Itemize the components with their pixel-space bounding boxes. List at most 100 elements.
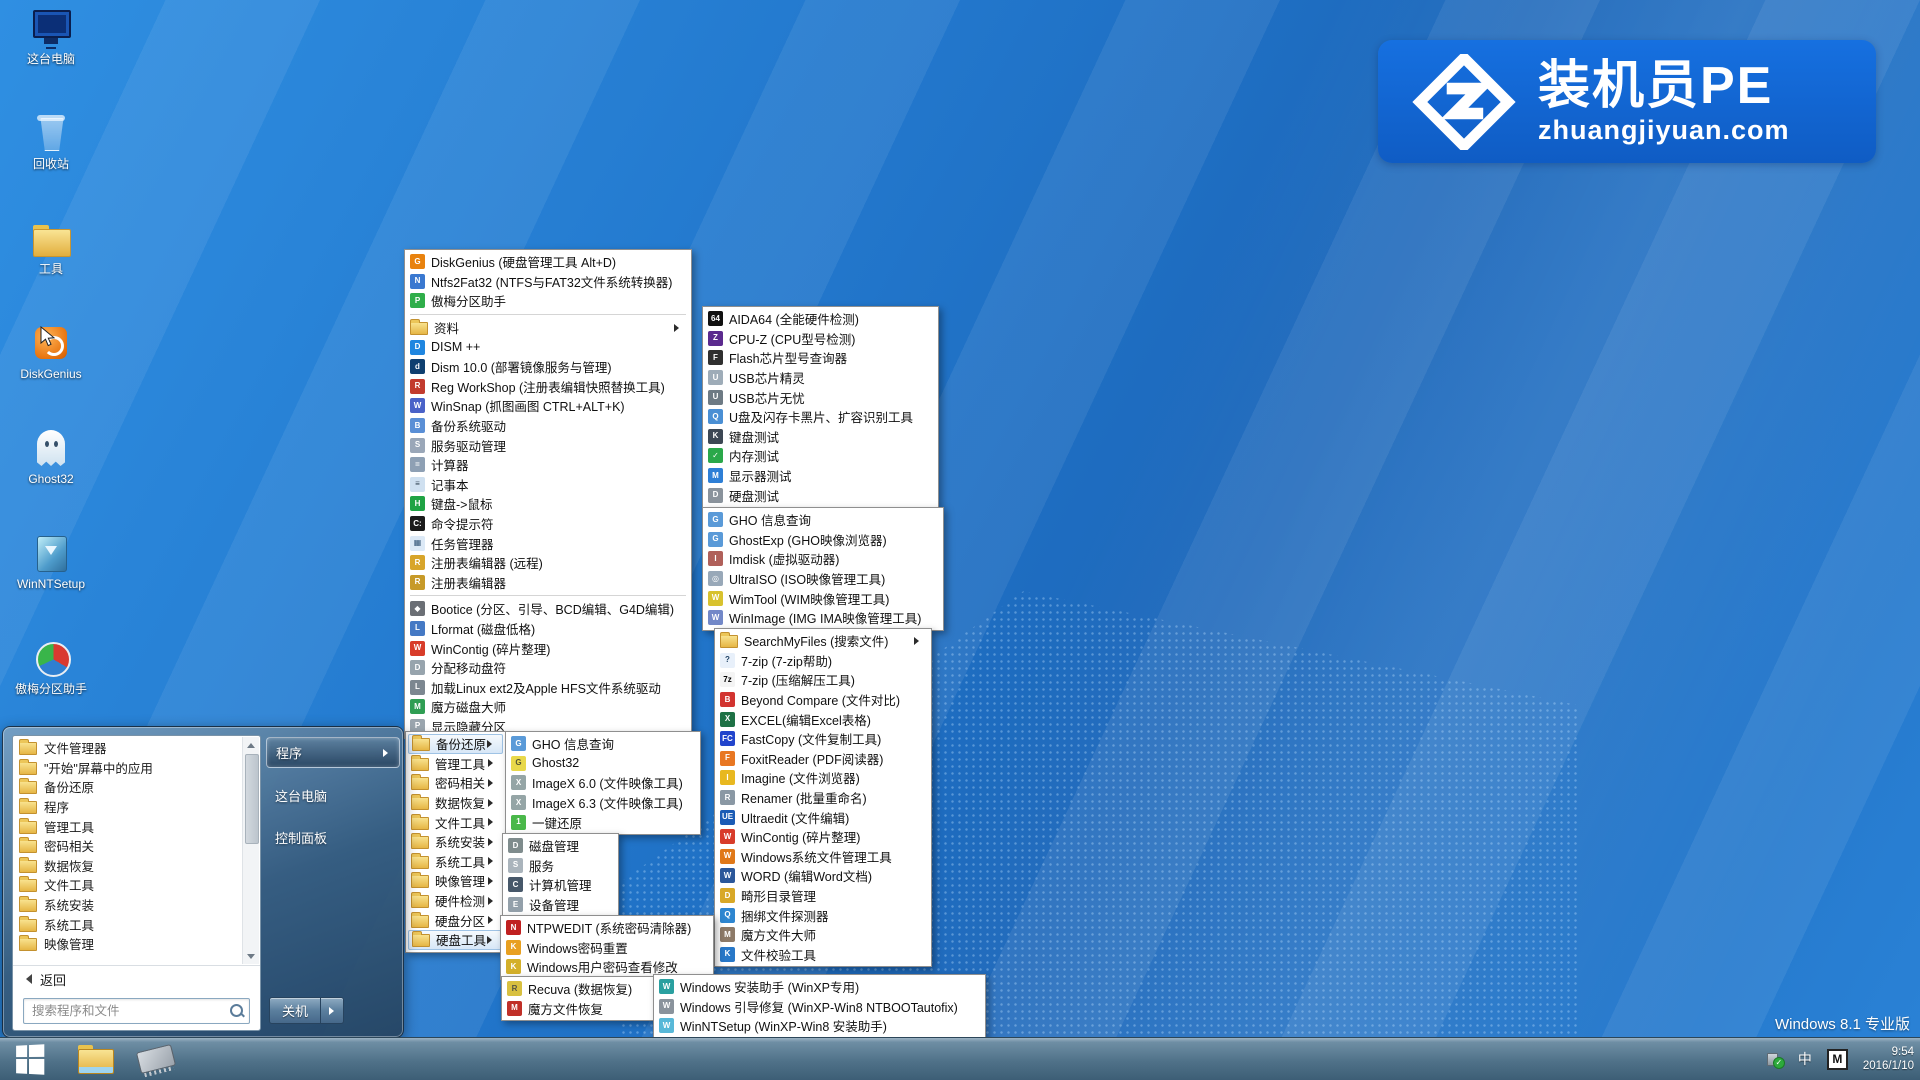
menu-item[interactable]: W Windows 安装助手 (WinXP专用) <box>656 977 983 997</box>
menu-item[interactable]: N NTPWEDIT (系统密码清除器) <box>503 918 711 938</box>
menu-item[interactable]: B 备份系统驱动 <box>407 416 689 436</box>
menu-item[interactable]: 资料 <box>407 318 689 338</box>
menu-item[interactable]: 64 AIDA64 (全能硬件检测) <box>705 309 936 329</box>
menu-item[interactable]: M 魔方磁盘大师 <box>407 697 689 717</box>
menu-item[interactable]: P 傲梅分区助手 <box>407 291 689 311</box>
menu-folder-item[interactable]: 备份还原 <box>408 734 503 754</box>
desktop-icon[interactable]: 这台电脑 <box>8 8 94 66</box>
menu-item[interactable]: M 魔方文件大师 <box>717 925 929 945</box>
menu-item[interactable]: R Reg WorkShop (注册表编辑快照替换工具) <box>407 377 689 397</box>
menu-item[interactable]: L 加载Linux ext2及Apple HFS文件系统驱动 <box>407 677 689 697</box>
menu-item[interactable]: R Recuva (数据恢复) <box>504 979 654 999</box>
menu-item[interactable]: W WinContig (碎片整理) <box>717 827 929 847</box>
menu-item[interactable]: D 分配移动盘符 <box>407 658 689 678</box>
start-menu-list-item[interactable]: 密码相关 <box>15 836 241 856</box>
menu-item[interactable]: K 键盘测试 <box>705 427 936 447</box>
desktop-icon[interactable]: 回收站 <box>8 113 94 171</box>
menu-item[interactable]: W WimTool (WIM映像管理工具) <box>705 588 941 608</box>
menu-item[interactable]: G GHO 信息查询 <box>705 510 941 530</box>
menu-item[interactable]: ✓ 内存测试 <box>705 446 936 466</box>
menu-item[interactable]: L Lformat (磁盘低格) <box>407 619 689 639</box>
scrollbar[interactable] <box>242 737 259 964</box>
menu-item[interactable]: R Renamer (批量重命名) <box>717 788 929 808</box>
menu-folder-item[interactable]: 系统安装 <box>408 832 503 852</box>
menu-item[interactable]: D 磁盘管理 <box>505 836 616 856</box>
menu-item[interactable]: K Windows密码重置 <box>503 938 711 958</box>
menu-folder-item[interactable]: 数据恢复 <box>408 793 503 813</box>
menu-item[interactable]: D 硬盘测试 <box>705 485 936 505</box>
menu-item[interactable]: W Windows系统文件管理工具 <box>717 847 929 867</box>
start-menu-list-item[interactable]: 管理工具 <box>15 816 241 836</box>
menu-item[interactable]: R 注册表编辑器 <box>407 573 689 593</box>
menu-item[interactable]: W Windows 引导修复 (WinXP-Win8 NTBOOTautofix… <box>656 997 983 1017</box>
start-menu-list-item[interactable]: 系统工具 <box>15 914 241 934</box>
scroll-up-icon[interactable] <box>243 737 259 752</box>
menu-item[interactable]: S 服务驱动管理 <box>407 435 689 455</box>
desktop-icon[interactable]: 傲梅分区助手 <box>8 638 94 696</box>
clock[interactable]: 9:54 2016/1/10 <box>1863 1045 1914 1073</box>
menu-item[interactable]: E 设备管理 <box>505 895 616 915</box>
menu-item[interactable]: S 服务 <box>505 856 616 876</box>
menu-item[interactable]: ≡ 记事本 <box>407 475 689 495</box>
menu-item[interactable]: FC FastCopy (文件复制工具) <box>717 729 929 749</box>
shutdown-options-arrow[interactable] <box>321 997 344 1024</box>
menu-item[interactable]: 1 一键还原 <box>508 812 698 832</box>
menu-item[interactable]: X ImageX 6.3 (文件映像工具) <box>508 793 698 813</box>
menu-item[interactable]: C 计算机管理 <box>505 875 616 895</box>
menu-folder-item[interactable]: 文件工具 <box>408 812 503 832</box>
menu-item[interactable]: W WinImage (IMG IMA映像管理工具) <box>705 608 941 628</box>
ime-indicator[interactable]: 中 <box>1798 1049 1812 1069</box>
menu-item[interactable]: U USB芯片精灵 <box>705 368 936 388</box>
start-menu-list-item[interactable]: 文件工具 <box>15 875 241 895</box>
start-menu-list-item[interactable]: 映像管理 <box>15 934 241 954</box>
start-menu-right-item[interactable]: 控制面板 <box>266 823 400 852</box>
menu-folder-item[interactable]: 映像管理 <box>408 871 503 891</box>
start-menu-right-item[interactable]: 这台电脑 <box>266 781 400 810</box>
menu-item[interactable]: I Imdisk (虚拟驱动器) <box>705 549 941 569</box>
menu-item[interactable]: W WinSnap (抓图画图 CTRL+ALT+K) <box>407 396 689 416</box>
menu-item[interactable]: F FoxitReader (PDF阅读器) <box>717 749 929 769</box>
menu-item[interactable]: N Ntfs2Fat32 (NTFS与FAT32文件系统转换器) <box>407 272 689 292</box>
file-explorer-taskbar-icon[interactable] <box>78 1045 114 1073</box>
menu-item[interactable]: ? 7-zip (7-zip帮助) <box>717 651 929 671</box>
scroll-down-icon[interactable] <box>243 949 259 964</box>
menu-item[interactable]: X ImageX 6.0 (文件映像工具) <box>508 773 698 793</box>
menu-item[interactable]: SearchMyFiles (搜索文件) <box>717 631 929 651</box>
back-button[interactable]: 返回 <box>13 965 260 992</box>
menu-item[interactable]: UE Ultraedit (文件编辑) <box>717 807 929 827</box>
menu-item[interactable]: W WinNTSetup (WinXP-Win8 安装助手) <box>656 1016 983 1036</box>
scrollbar-thumb[interactable] <box>245 754 259 844</box>
shutdown-button[interactable]: 关机 <box>269 997 321 1024</box>
menu-item[interactable]: M 显示器测试 <box>705 466 936 486</box>
search-input[interactable] <box>24 999 249 1023</box>
chip-taskbar-icon[interactable] <box>136 1044 176 1074</box>
start-menu-list-item[interactable]: "开始"屏幕中的应用 <box>15 758 241 778</box>
menu-item[interactable]: R 注册表编辑器 (远程) <box>407 553 689 573</box>
start-menu-list-item[interactable]: 文件管理器 <box>15 738 241 758</box>
menu-item[interactable]: F Flash芯片型号查询器 <box>705 348 936 368</box>
menu-folder-item[interactable]: 密码相关 <box>408 773 503 793</box>
start-button[interactable] <box>0 1038 58 1080</box>
desktop-icon[interactable]: Ghost32 <box>8 428 94 486</box>
menu-item[interactable]: Q U盘及闪存卡黑片、扩容识别工具 <box>705 407 936 427</box>
start-menu-list-item[interactable]: 系统安装 <box>15 895 241 915</box>
menu-item[interactable]: Q 捆绑文件探测器 <box>717 905 929 925</box>
menu-item[interactable]: G GHO 信息查询 <box>508 734 698 754</box>
menu-folder-item[interactable]: 硬盘工具 <box>408 930 503 950</box>
menu-item[interactable]: 7z 7-zip (压缩解压工具) <box>717 670 929 690</box>
menu-item[interactable]: Z CPU-Z (CPU型号检测) <box>705 329 936 349</box>
menu-item[interactable]: U USB芯片无忧 <box>705 387 936 407</box>
menu-item[interactable]: W WORD (编辑Word文档) <box>717 866 929 886</box>
menu-item[interactable]: ◆ Bootice (分区、引导、BCD编辑、G4D编辑) <box>407 599 689 619</box>
menu-folder-item[interactable]: 硬件检测 <box>408 891 503 911</box>
menu-item[interactable]: C: 命令提示符 <box>407 514 689 534</box>
menu-item[interactable]: M 魔方文件恢复 <box>504 999 654 1019</box>
menu-item[interactable]: D 畸形目录管理 <box>717 886 929 906</box>
menu-folder-item[interactable]: 管理工具 <box>408 754 503 774</box>
menu-item[interactable]: I Imagine (文件浏览器) <box>717 768 929 788</box>
menu-item[interactable]: H 键盘->鼠标 <box>407 494 689 514</box>
menu-item[interactable]: W WinContig (碎片整理) <box>407 638 689 658</box>
menu-item[interactable]: D DISM ++ <box>407 337 689 357</box>
menu-item[interactable]: B Beyond Compare (文件对比) <box>717 690 929 710</box>
desktop-icon[interactable]: 工具 <box>8 218 94 276</box>
